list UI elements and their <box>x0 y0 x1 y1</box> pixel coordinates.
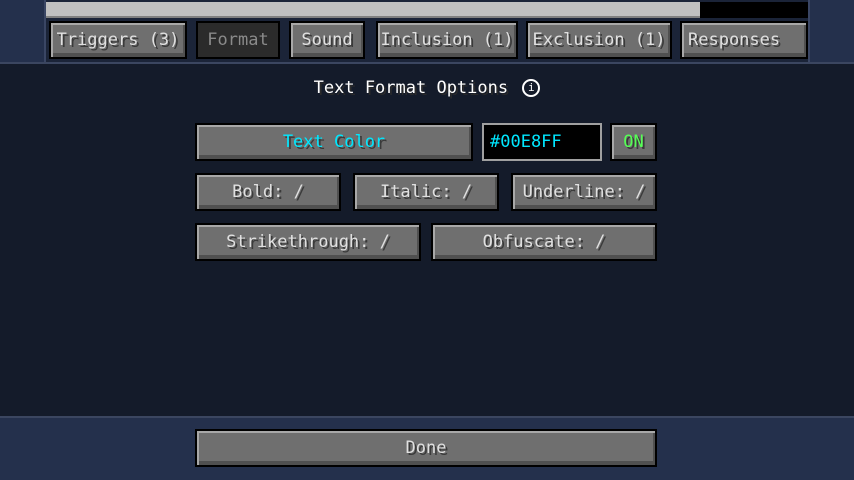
page-title-text: Text Format Options <box>313 78 509 98</box>
obfuscate-button[interactable]: Obfuscate: / <box>431 223 657 261</box>
hex-color-value: #00E8FF <box>490 132 562 152</box>
page-title: Text Format Options i <box>0 78 854 100</box>
bold-button[interactable]: Bold: / <box>195 173 341 211</box>
tab-inclusion-label: Inclusion (1) <box>380 30 514 50</box>
done-button[interactable]: Done <box>195 429 657 467</box>
tab-format-label: Format <box>207 30 269 50</box>
tab-format[interactable]: Format <box>196 21 280 59</box>
tab-scrollbar-thumb[interactable] <box>46 2 700 18</box>
strikethrough-label: Strikethrough: / <box>226 232 390 252</box>
color-toggle-button[interactable]: ON <box>610 123 657 161</box>
underline-label: Underline: / <box>522 182 646 202</box>
tab-responses-label: Responses <box>688 30 781 50</box>
info-icon[interactable]: i <box>522 79 541 97</box>
italic-button[interactable]: Italic: / <box>353 173 499 211</box>
bold-label: Bold: / <box>232 182 304 202</box>
tab-sound-label: Sound <box>301 30 353 50</box>
text-color-button[interactable]: Text Color <box>195 123 473 161</box>
strikethrough-button[interactable]: Strikethrough: / <box>195 223 421 261</box>
done-label: Done <box>405 438 447 458</box>
italic-label: Italic: / <box>379 182 473 202</box>
screen: Triggers (3) Format Sound Inclusion (1) … <box>0 0 854 480</box>
color-toggle-label: ON <box>623 132 644 152</box>
obfuscate-label: Obfuscate: / <box>482 232 606 252</box>
hex-color-input[interactable]: #00E8FF <box>482 123 602 161</box>
tab-sound[interactable]: Sound <box>289 21 365 59</box>
tab-scrollbar[interactable] <box>46 2 808 18</box>
tab-triggers-label: Triggers (3) <box>56 30 180 50</box>
text-color-label: Text Color <box>282 132 386 152</box>
tab-responses[interactable]: Responses <box>680 21 808 59</box>
tab-triggers[interactable]: Triggers (3) <box>49 21 187 59</box>
tab-exclusion[interactable]: Exclusion (1) <box>526 21 672 59</box>
tab-inclusion[interactable]: Inclusion (1) <box>376 21 518 59</box>
underline-button[interactable]: Underline: / <box>511 173 657 211</box>
options-panel <box>0 62 854 418</box>
tab-exclusion-label: Exclusion (1) <box>532 30 666 50</box>
